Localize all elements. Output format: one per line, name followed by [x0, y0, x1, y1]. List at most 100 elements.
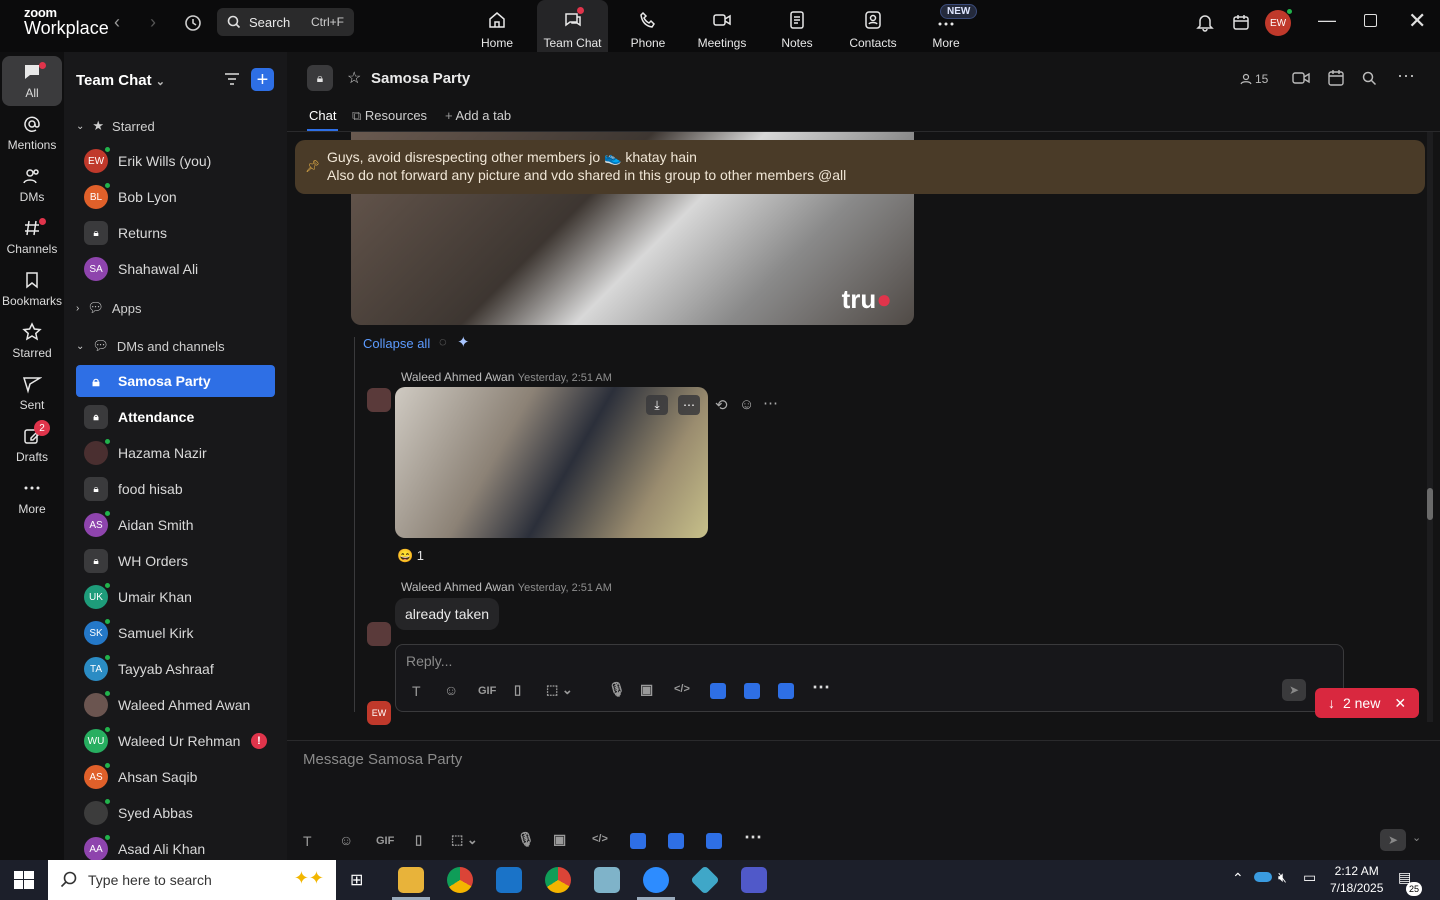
send-button[interactable]: ➤ [1282, 679, 1306, 701]
microphone-icon[interactable]: 🎙︎ [517, 831, 535, 848]
sidebar-item-ahsan-saqib[interactable]: AS Ahsan Saqib [76, 761, 275, 793]
nav-team-chat[interactable]: Team Chat [537, 0, 608, 52]
calendar-gift-icon[interactable] [1231, 12, 1251, 37]
channel-title[interactable]: Samosa Party [371, 70, 470, 87]
sidebar-item-samuel-kirk[interactable]: SK Samuel Kirk [76, 617, 275, 649]
pinned-message[interactable]: 📌︎ Guys, avoid disrespecting other membe… [295, 140, 1425, 194]
image-more-icon[interactable]: ⋯ [678, 395, 700, 415]
code-snippet-icon[interactable]: </> [674, 683, 690, 695]
more-tools-icon[interactable]: ⋯ [812, 677, 830, 698]
app-icon-1[interactable] [630, 833, 646, 849]
message-more-icon[interactable]: ⋯ [763, 394, 778, 412]
rail-channels[interactable]: Channels [2, 218, 62, 256]
sidebar-item-wh-orders[interactable]: 🔒︎ WH Orders [76, 545, 275, 577]
clock[interactable]: 2:12 AM 7/18/2025 [1330, 863, 1383, 897]
video-message-icon[interactable]: ▣ [640, 681, 653, 698]
sidebar-title[interactable]: Team Chat ⌄ [76, 72, 165, 89]
emoji-icon[interactable]: ☺ [339, 832, 353, 848]
screenshot-icon[interactable]: ⬚ ⌄ [451, 832, 478, 848]
file-explorer-icon[interactable] [398, 867, 424, 893]
section-dms-channels[interactable]: ⌄ 💬︎ DMs and channels [76, 338, 225, 354]
sidebar-item-syed-abbas[interactable]: Syed Abbas [76, 797, 275, 829]
sidebar-item-returns[interactable]: 🔒︎ Returns [76, 217, 275, 249]
network-icon[interactable]: ▭ [1303, 869, 1316, 886]
outlook-icon[interactable] [496, 867, 522, 893]
more-tools-icon[interactable]: ⋯ [744, 827, 762, 848]
app-icon-3[interactable] [778, 683, 794, 699]
tab-chat[interactable]: Chat [306, 108, 339, 131]
file-icon[interactable]: ▯ [514, 682, 521, 698]
app-icon[interactable] [594, 867, 620, 893]
sender-avatar[interactable] [367, 388, 391, 412]
sender-name[interactable]: Waleed Ahmed Awan [401, 370, 514, 384]
search-icon[interactable] [1362, 71, 1377, 91]
sender-name[interactable]: Waleed Ahmed Awan [401, 580, 514, 594]
reply-thread-icon[interactable]: ⟲ [715, 396, 728, 414]
reaction-chip[interactable]: 😄 1 [397, 548, 424, 564]
maximize-button[interactable] [1364, 14, 1377, 27]
search-input[interactable]: Search Ctrl+F [217, 8, 354, 36]
video-message-icon[interactable]: ▣ [553, 831, 566, 848]
sidebar-item-waleed-ahmed-awan[interactable]: Waleed Ahmed Awan [76, 689, 275, 721]
scrollbar-track[interactable] [1427, 132, 1433, 722]
taskbar-search[interactable]: Type here to search ✦✦ [48, 860, 336, 900]
send-options-chevron-icon[interactable]: ⌄ [1412, 831, 1421, 844]
chevron-up-icon[interactable]: ⌃ [1232, 870, 1244, 887]
thread-reply-box[interactable]: Reply... T ☺ GIF ▯ ⬚ ⌄ 🎙︎ ▣ </> ⋯ ➤ [395, 644, 1344, 712]
sidebar-item-waleed-ur-rehman[interactable]: WU Waleed Ur Rehman ! [76, 725, 275, 757]
app-icon-2[interactable] [668, 833, 684, 849]
user-avatar[interactable]: EW [1265, 8, 1293, 36]
new-chat-button[interactable]: + [251, 68, 274, 91]
reply-input[interactable]: Reply... [406, 653, 452, 669]
sidebar-item-umair-khan[interactable]: UK Umair Khan [76, 581, 275, 613]
close-icon[interactable]: ✕ [1394, 695, 1406, 712]
sidebar-item-hazama-nazir[interactable]: Hazama Nazir [76, 437, 275, 469]
app-icon-2[interactable] [744, 683, 760, 699]
gif-button[interactable]: GIF [376, 835, 394, 847]
section-starred[interactable]: ⌄ ★ Starred [76, 118, 155, 134]
sidebar-item-bob-lyon[interactable]: BL Bob Lyon [76, 181, 275, 213]
nav-contacts[interactable]: Contacts [842, 0, 904, 52]
sidebar-item-tayyab-ashraaf[interactable]: TA Tayyab Ashraaf [76, 653, 275, 685]
rail-drafts[interactable]: Drafts 2 [2, 420, 62, 464]
star-outline-icon[interactable]: ☆ [347, 68, 361, 88]
add-reaction-icon[interactable]: ☺ [739, 396, 754, 413]
rail-more[interactable]: More [2, 478, 62, 516]
nav-notes[interactable]: Notes [772, 0, 822, 52]
nav-meetings[interactable]: Meetings [692, 0, 752, 52]
more-options-icon[interactable]: ⋯ [1397, 66, 1415, 87]
composer-input[interactable]: Message Samosa Party [303, 751, 462, 768]
rail-mentions[interactable]: Mentions [2, 114, 62, 152]
forward-arrow-icon[interactable]: › [150, 12, 156, 33]
members-button[interactable]: 15 [1240, 72, 1268, 86]
rail-bookmarks[interactable]: Bookmarks [2, 270, 62, 308]
sidebar-item-samosa-party[interactable]: 🔒︎ Samosa Party [76, 365, 275, 397]
tab-resources[interactable]: ⧉ Resources [352, 108, 427, 124]
file-icon[interactable]: ▯ [415, 832, 422, 848]
download-icon[interactable]: ⤓ [646, 395, 668, 415]
emoji-icon[interactable]: ☺ [444, 682, 458, 698]
rail-starred[interactable]: Starred [2, 322, 62, 360]
teams-icon[interactable] [741, 867, 767, 893]
minimize-button[interactable]: — [1318, 10, 1336, 31]
sidebar-item-food-hisab[interactable]: 🔒︎ food hisab [76, 473, 275, 505]
calendar-icon[interactable] [1327, 69, 1345, 92]
rail-all[interactable]: All [2, 56, 62, 106]
task-view-icon[interactable]: ⊞ [350, 870, 363, 890]
onedrive-icon[interactable] [1254, 872, 1272, 882]
windows-start-icon[interactable] [14, 871, 34, 894]
bell-icon[interactable] [1195, 12, 1215, 37]
history-icon[interactable] [183, 13, 203, 38]
chrome-profile-icon[interactable] [545, 867, 571, 893]
send-button[interactable]: ➤ [1380, 829, 1406, 851]
sidebar-item-attendance[interactable]: 🔒︎ Attendance [76, 401, 275, 433]
screenshot-icon[interactable]: ⬚ ⌄ [546, 682, 573, 698]
collapse-all-link[interactable]: Collapse all [363, 336, 430, 351]
back-arrow-icon[interactable]: ‹ [114, 12, 120, 33]
rail-dms[interactable]: DMs [2, 166, 62, 204]
nav-home[interactable]: Home [470, 0, 524, 52]
code-snippet-icon[interactable]: </> [592, 833, 608, 845]
text-format-icon[interactable]: T [412, 683, 421, 699]
text-format-icon[interactable]: T [303, 833, 312, 849]
sparkle-ai-icon[interactable]: ✦ [457, 333, 470, 351]
